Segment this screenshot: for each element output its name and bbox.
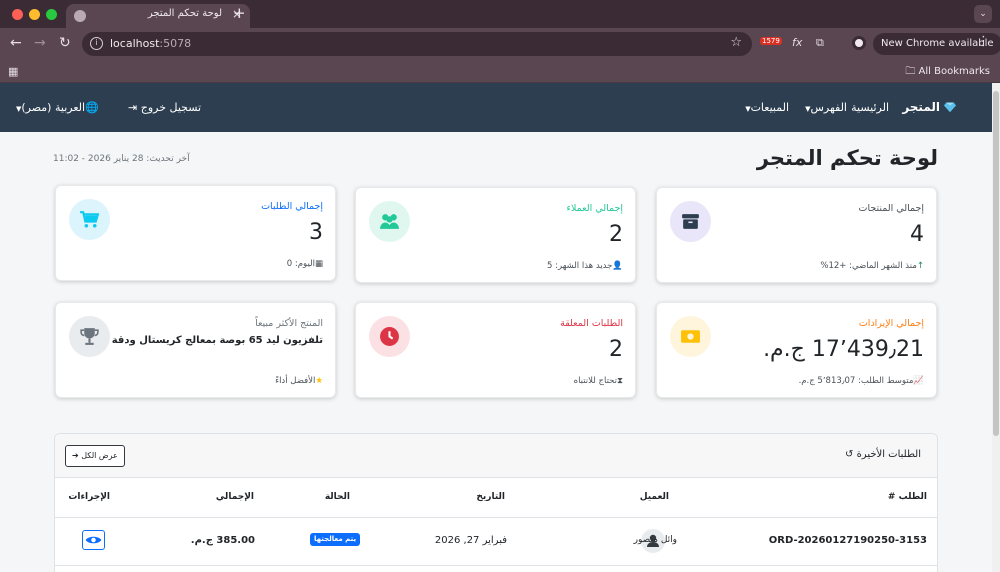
- history-icon: ↺: [844, 449, 854, 460]
- reload-icon[interactable]: ↻: [59, 35, 71, 51]
- card-top-product: المنتج الأكثر مبيعاً تلفزيون ليد 65 بوصة…: [55, 302, 336, 398]
- browser-tabstrip: لوحة تحكم المتجر × + ⌄: [0, 0, 1000, 28]
- browser-tab[interactable]: لوحة تحكم المتجر ×: [66, 4, 250, 28]
- tab-search-button[interactable]: ⌄: [974, 5, 992, 23]
- new-tab-button[interactable]: +: [233, 4, 246, 22]
- last-updated-text: آخر تحديث: 28 يناير 2026 - 11:02: [53, 154, 190, 164]
- bookmarks-bar: ▦ 🗀 All Bookmarks: [0, 60, 1000, 83]
- panel-header: الطلبات الأخيرة ↺ عرض الكل ➔: [55, 434, 937, 478]
- th-customer: العميل: [639, 492, 669, 502]
- eye-icon: [85, 536, 102, 544]
- gem-icon: [944, 102, 956, 113]
- browser-toolbar: ← → ↻ i localhost:5078 ☆ 1579 fx ⧉ New C…: [0, 28, 1000, 60]
- tab-favicon-icon: [74, 10, 86, 22]
- card-footer: ▦اليوم: 0: [286, 259, 323, 269]
- status-badge: يتم معالجتها: [310, 533, 361, 546]
- page-viewport: المتجر الرئيسية الفهرس▼ المبيعات▼ تسجيل …: [0, 83, 1000, 572]
- brand-link[interactable]: المتجر: [902, 100, 940, 114]
- close-window-button[interactable]: [12, 9, 23, 20]
- globe-icon: 🌐: [85, 101, 99, 114]
- page-scrollbar[interactable]: [992, 83, 1000, 572]
- th-order: الطلب #: [887, 492, 927, 502]
- trophy-icon: [69, 316, 110, 357]
- minimize-window-button[interactable]: [29, 9, 40, 20]
- recent-orders-panel: الطلبات الأخيرة ↺ عرض الكل ➔ الطلب # الع…: [54, 433, 938, 572]
- star-icon: ★: [315, 376, 323, 386]
- th-total: الإجمالي: [215, 492, 254, 502]
- extension-badge[interactable]: 1579: [760, 37, 782, 45]
- fx-extension-icon[interactable]: fx: [792, 36, 802, 49]
- card-label: المنتج الأكثر مبيعاً: [255, 318, 323, 329]
- card-label: الطلبات المعلقة: [560, 318, 623, 329]
- th-status: الحالة: [324, 492, 350, 502]
- bookmark-star-icon[interactable]: ☆: [730, 35, 742, 50]
- forward-icon[interactable]: →: [34, 35, 46, 51]
- card-footer: ★الأفضل أداءً: [275, 376, 323, 386]
- page-title: لوحة تحكم المتجر: [756, 146, 938, 170]
- scrollbar-thumb[interactable]: [993, 91, 999, 436]
- arrow-right-icon: ➔: [72, 451, 79, 460]
- card-footer: ⧗تحتاج للانتباه: [573, 376, 623, 386]
- card-total-products: إجمالي المنتجات 4 ↑منذ الشهر الماضي: +12…: [656, 187, 937, 283]
- th-actions: الإجراءات: [68, 492, 110, 502]
- nav-home-link[interactable]: الرئيسية: [851, 101, 889, 114]
- profile-avatar-icon[interactable]: [852, 36, 866, 50]
- nav-sales-dropdown[interactable]: المبيعات▼: [745, 101, 789, 114]
- table-row: ORD-20260127190250-3153 وائل منصور فبراي…: [55, 518, 937, 566]
- logout-icon: ⇥: [128, 101, 138, 114]
- address-bar[interactable]: i localhost:5078 ☆: [82, 32, 752, 56]
- money-bill-icon: [670, 316, 711, 357]
- card-label: إجمالي العملاء: [566, 203, 623, 214]
- customer-name: وائل منصور: [633, 535, 677, 545]
- order-number[interactable]: ORD-20260127190250-3153: [769, 535, 927, 546]
- clock-icon: [369, 316, 410, 357]
- chart-line-icon: 📈: [913, 376, 924, 386]
- card-label: إجمالي الطلبات: [261, 201, 323, 212]
- order-total: 385.00 ج.م.: [190, 535, 255, 546]
- box-icon: [670, 201, 711, 242]
- card-label: إجمالي الإيرادات: [858, 318, 924, 329]
- card-footer: ↑منذ الشهر الماضي: +12%: [820, 261, 924, 271]
- user-plus-icon: 👤: [612, 261, 623, 271]
- card-value: 2: [609, 222, 623, 247]
- shopping-cart-icon: [69, 199, 110, 240]
- card-pending-orders: الطلبات المعلقة 2 ⧗تحتاج للانتباه: [355, 302, 636, 398]
- back-icon[interactable]: ←: [10, 35, 22, 51]
- site-info-icon[interactable]: i: [90, 37, 103, 50]
- card-total-customers: إجمالي العملاء 2 👤جديد هذا الشهر: 5: [355, 187, 636, 283]
- nav-catalog-dropdown[interactable]: الفهرس▼: [805, 101, 847, 114]
- view-order-button[interactable]: [82, 530, 105, 550]
- card-footer: 📈متوسط الطلب: 5٬813٫07 ج.م.: [798, 376, 924, 386]
- card-value: 17٬439٫21 ج.م.: [763, 337, 924, 362]
- card-footer: 👤جديد هذا الشهر: 5: [547, 261, 623, 271]
- card-total-revenue: إجمالي الإيرادات 17٬439٫21 ج.م. 📈متوسط ا…: [656, 302, 937, 398]
- hourglass-icon: ⧗: [617, 376, 623, 386]
- users-icon: [369, 201, 410, 242]
- address-url[interactable]: localhost:5078: [110, 37, 191, 50]
- language-dropdown[interactable]: 🌐العربية (مصر)▼: [16, 101, 99, 114]
- chrome-menu-icon[interactable]: ⋮: [977, 34, 990, 49]
- arrow-up-icon: ↑: [916, 261, 924, 271]
- th-date: التاريخ: [476, 492, 505, 502]
- calendar-icon: ▦: [314, 259, 323, 269]
- all-bookmarks-button[interactable]: 🗀 All Bookmarks: [905, 64, 990, 81]
- logout-link[interactable]: تسجيل خروج ⇥: [128, 101, 201, 114]
- apps-grid-icon[interactable]: ▦: [8, 65, 18, 78]
- tab-title: لوحة تحكم المتجر: [147, 8, 222, 19]
- view-all-button[interactable]: عرض الكل ➔: [65, 445, 125, 467]
- extensions-puzzle-icon[interactable]: ⧉: [816, 36, 824, 50]
- card-value: 3: [309, 220, 323, 245]
- panel-title: الطلبات الأخيرة ↺: [844, 449, 921, 460]
- card-value: 4: [910, 222, 924, 247]
- card-value: 2: [609, 337, 623, 362]
- maximize-window-button[interactable]: [46, 9, 57, 20]
- table-header-row: الطلب # العميل التاريخ الحالة الإجمالي ا…: [55, 478, 937, 518]
- card-total-orders: إجمالي الطلبات 3 ▦اليوم: 0: [55, 185, 336, 281]
- top-product-name: تلفزيون ليد 65 بوصة بمعالج كريستال ودقة …: [94, 335, 323, 346]
- card-label: إجمالي المنتجات: [858, 203, 924, 214]
- order-date: فبراير 27, 2026: [434, 535, 507, 546]
- top-navbar: المتجر الرئيسية الفهرس▼ المبيعات▼ تسجيل …: [0, 83, 992, 132]
